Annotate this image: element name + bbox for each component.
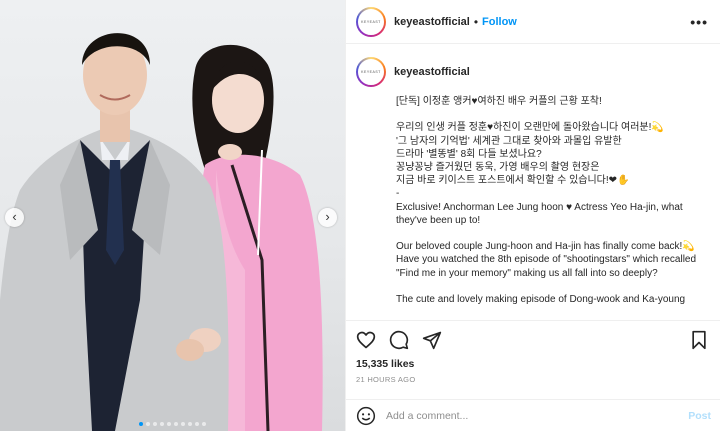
caption-line: Have you watched the 8th episode of "sho…: [396, 254, 697, 266]
carousel-dot[interactable]: [174, 422, 178, 426]
caption-text: [단독] 이정훈 앵커♥여하진 배우 커플의 근황 포착! 우리의 인생 커플 정…: [396, 95, 707, 306]
heart-icon[interactable]: [356, 330, 376, 350]
avatar[interactable]: KEYEAST: [356, 6, 386, 37]
carousel-dots: [0, 422, 345, 426]
caption-line: [단독] 이정훈 앵커♥여하진 배우 커플의 근황 포착!: [396, 96, 602, 107]
post-comment-button[interactable]: Post: [688, 410, 711, 422]
caption-line: 꽁냥꽁냥 즐거웠던 동욱, 가영 배우의 촬영 현장은: [396, 162, 600, 173]
keyeast-logo: KEYEAST: [358, 8, 384, 35]
more-options-icon[interactable]: •••: [690, 14, 708, 30]
username-link[interactable]: keyeastofficial: [394, 16, 470, 28]
carousel-dot[interactable]: [160, 422, 164, 426]
comment-bubble-icon[interactable]: [389, 330, 409, 350]
paper-plane-icon[interactable]: [422, 330, 442, 350]
carousel-dot[interactable]: [139, 422, 143, 426]
caption-line: Our beloved couple Jung-hoon and Ha-jin …: [396, 241, 695, 253]
likes-count[interactable]: 15,335 likes: [356, 358, 711, 370]
post-header: KEYEAST keyeastofficial • Follow •••: [346, 0, 720, 44]
couple-photo-image: [0, 33, 323, 431]
add-comment-bar: Post: [346, 399, 720, 431]
caption-line: 우리의 인생 커플 정훈♥하진이 오랜만에 돌아왔습니다 여러분!💫: [396, 122, 664, 134]
carousel-dot[interactable]: [167, 422, 171, 426]
carousel-dot[interactable]: [202, 422, 206, 426]
caption-line: [396, 227, 707, 240]
bookmark-icon[interactable]: [689, 330, 709, 350]
caption-line: [396, 280, 707, 293]
carousel-dot[interactable]: [188, 422, 192, 426]
post-actions: 15,335 likes 21 HOURS AGO: [346, 320, 720, 384]
carousel-dot[interactable]: [146, 422, 150, 426]
caption-line: "Find me in your memory" making us all f…: [396, 267, 658, 279]
post-timestamp[interactable]: 21 HOURS AGO: [356, 375, 711, 384]
caption-line: 지금 바로 키이스트 포스트에서 확인할 수 있습니다!❤✋: [396, 175, 630, 187]
smiley-icon[interactable]: [356, 406, 376, 426]
caption-line: Exclusive! Anchorman Lee Jung hoon ♥ Act…: [396, 201, 683, 213]
header-separator: •: [473, 14, 479, 29]
carousel-prev-button[interactable]: ‹: [5, 208, 24, 227]
comment-input[interactable]: [386, 409, 656, 422]
keyeast-logo: KEYEAST: [358, 59, 384, 85]
carousel-dot[interactable]: [195, 422, 199, 426]
caption-line: The cute and lovely making episode of Do…: [396, 294, 686, 305]
caption-line: -: [396, 188, 400, 200]
caption-line: they've been up to!: [396, 214, 481, 226]
caption-username-link[interactable]: keyeastofficial: [394, 66, 470, 78]
post-side-panel: KEYEAST keyeastofficial • Follow ••• KEY…: [345, 0, 720, 431]
carousel-next-button[interactable]: ›: [318, 208, 337, 227]
post-photo[interactable]: ‹ ›: [0, 0, 345, 431]
caption-line: [396, 108, 707, 121]
caption-line: '그 남자의 기억법' 세계관 그대로 찾아와 과몰입 유발한: [396, 135, 622, 147]
carousel-dot[interactable]: [153, 422, 157, 426]
caption-section: KEYEAST keyeastofficial [단독] 이정훈 앵커♥여하진 …: [346, 45, 720, 315]
caption-line: 드라마 '별똥별' 8회 다들 보셨나요?: [396, 148, 542, 160]
follow-button[interactable]: Follow: [482, 16, 517, 28]
caption-avatar[interactable]: KEYEAST: [356, 57, 386, 87]
carousel-dot[interactable]: [181, 422, 185, 426]
